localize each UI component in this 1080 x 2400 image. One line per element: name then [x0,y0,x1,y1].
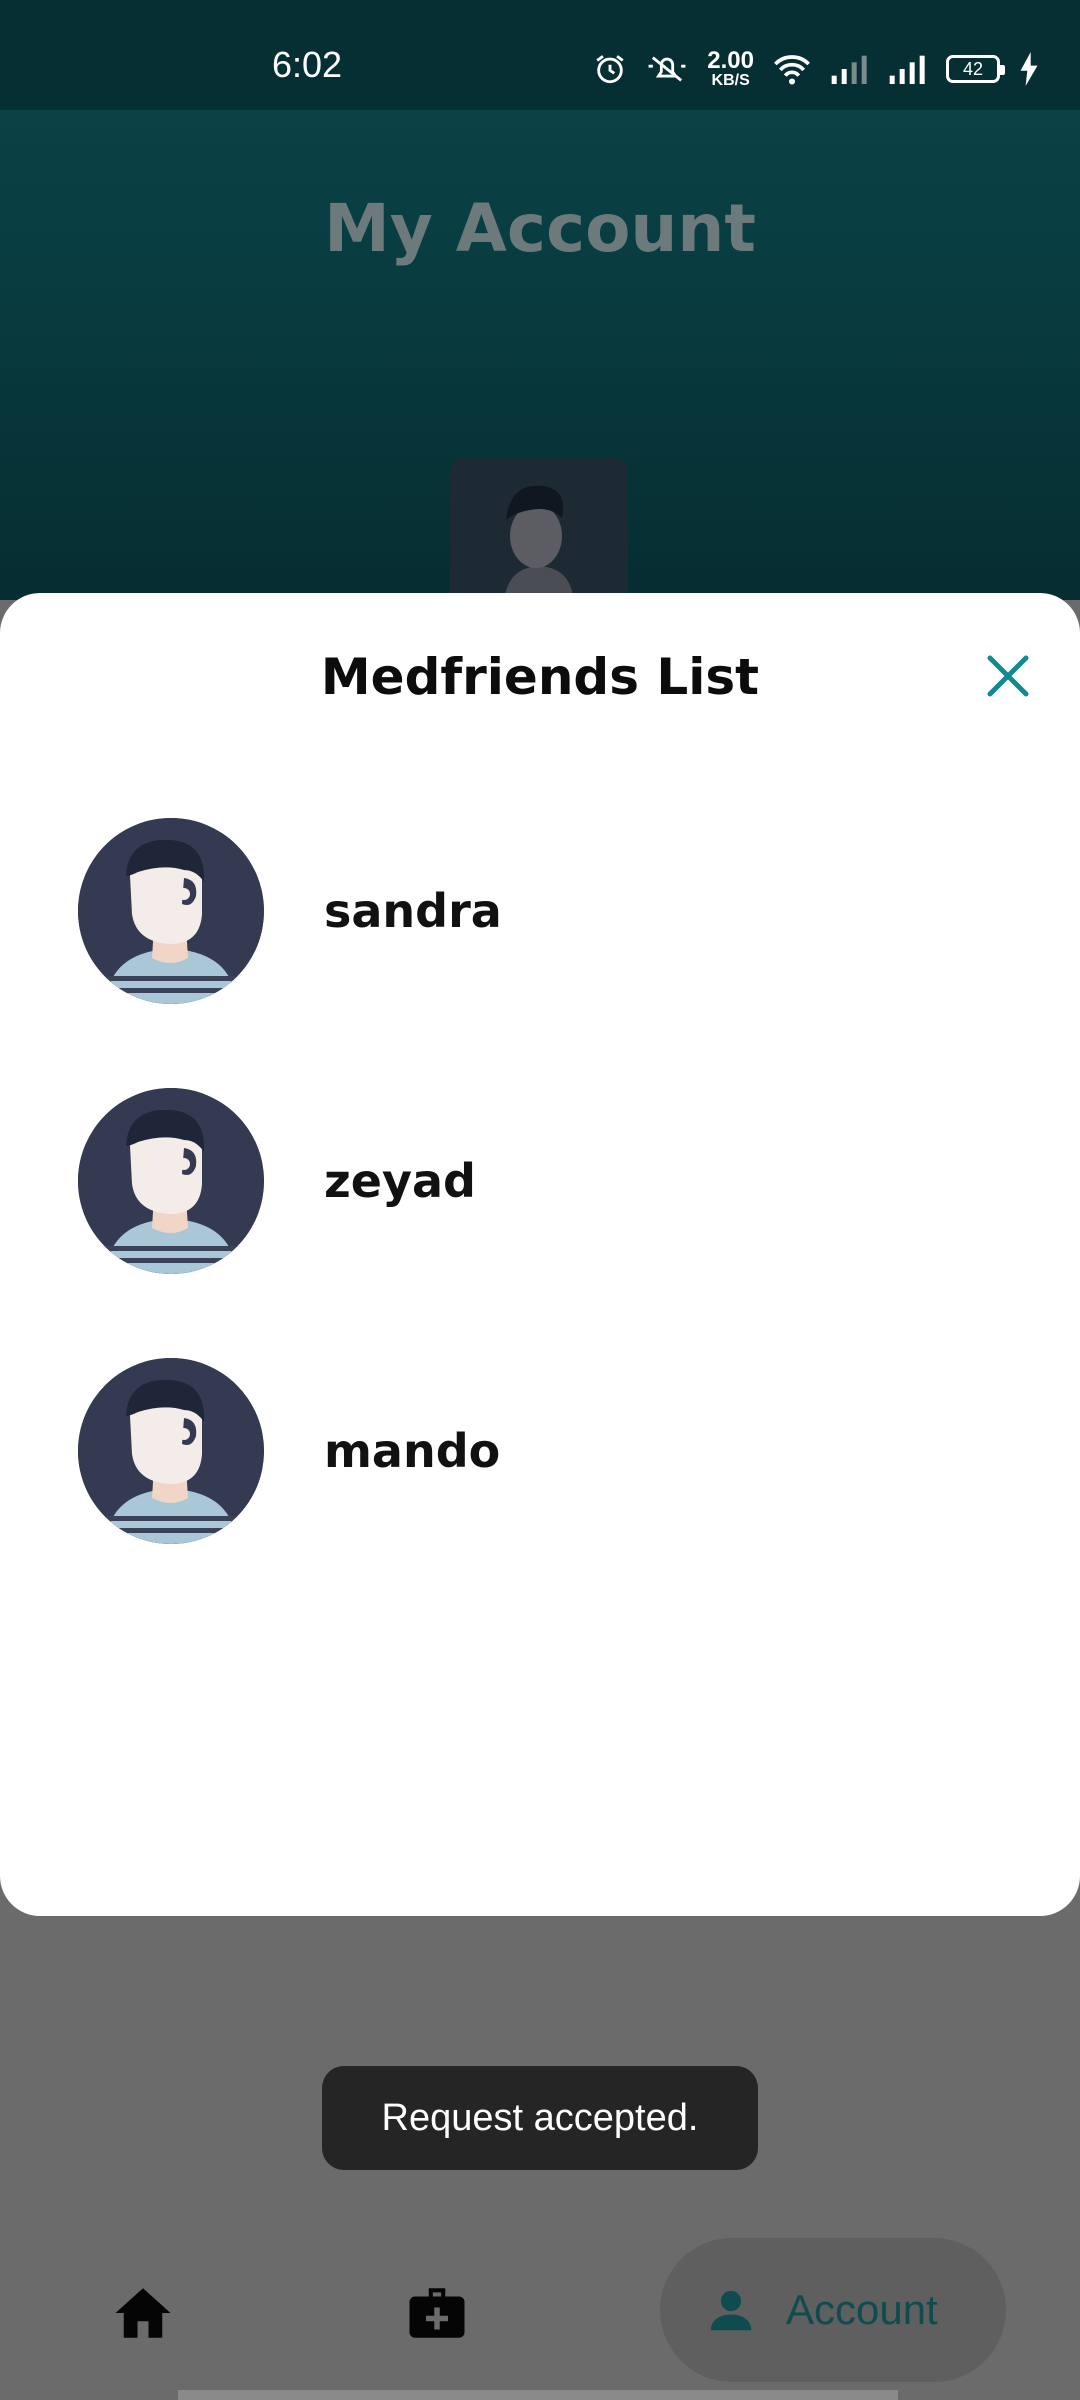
gesture-bar [178,2390,898,2400]
bottom-nav: Account [0,2220,1080,2400]
nav-medical-button[interactable] [404,2280,470,2346]
status-time: 6:02 [272,44,343,85]
medical-kit-icon [409,2288,465,2338]
net-speed: 2.00 KB/S [707,49,754,89]
battery-icon: 42 [946,55,1005,83]
nav-account-label: Account [786,2286,938,2333]
page-title: My Account [324,190,756,267]
status-bar: 6:02 2.00 KB/S 42 [0,0,1080,110]
close-icon [987,655,1029,697]
friend-item-sandra[interactable]: sandra [78,818,978,1004]
alarm-icon [596,55,624,84]
friend-name: sandra [324,884,502,938]
nav-account-button[interactable]: Account [660,2238,1006,2382]
avatar [78,818,264,1004]
signal-weak-icon [831,55,867,84]
status-icons: 2.00 KB/S 42 [593,44,1040,94]
wifi-icon [774,55,810,85]
person-icon [710,2290,752,2331]
avatar [78,1088,264,1274]
home-icon [115,2288,171,2338]
charging-icon [1020,52,1038,86]
friend-item-mando[interactable]: mando [78,1358,978,1544]
nav-home-button[interactable] [110,2280,176,2346]
friend-name: zeyad [324,1154,476,1208]
net-speed-value: 2.00 [707,47,754,74]
mute-icon [648,56,686,82]
friend-name: mando [324,1424,501,1478]
toast-message: Request accepted. [322,2066,758,2170]
net-speed-unit: KB/S [711,72,750,89]
friend-item-zeyad[interactable]: zeyad [78,1088,978,1274]
close-button[interactable] [978,646,1038,706]
signal-strong-icon [889,55,925,84]
sheet-title: Medfriends List [320,648,760,706]
avatar [78,1358,264,1544]
